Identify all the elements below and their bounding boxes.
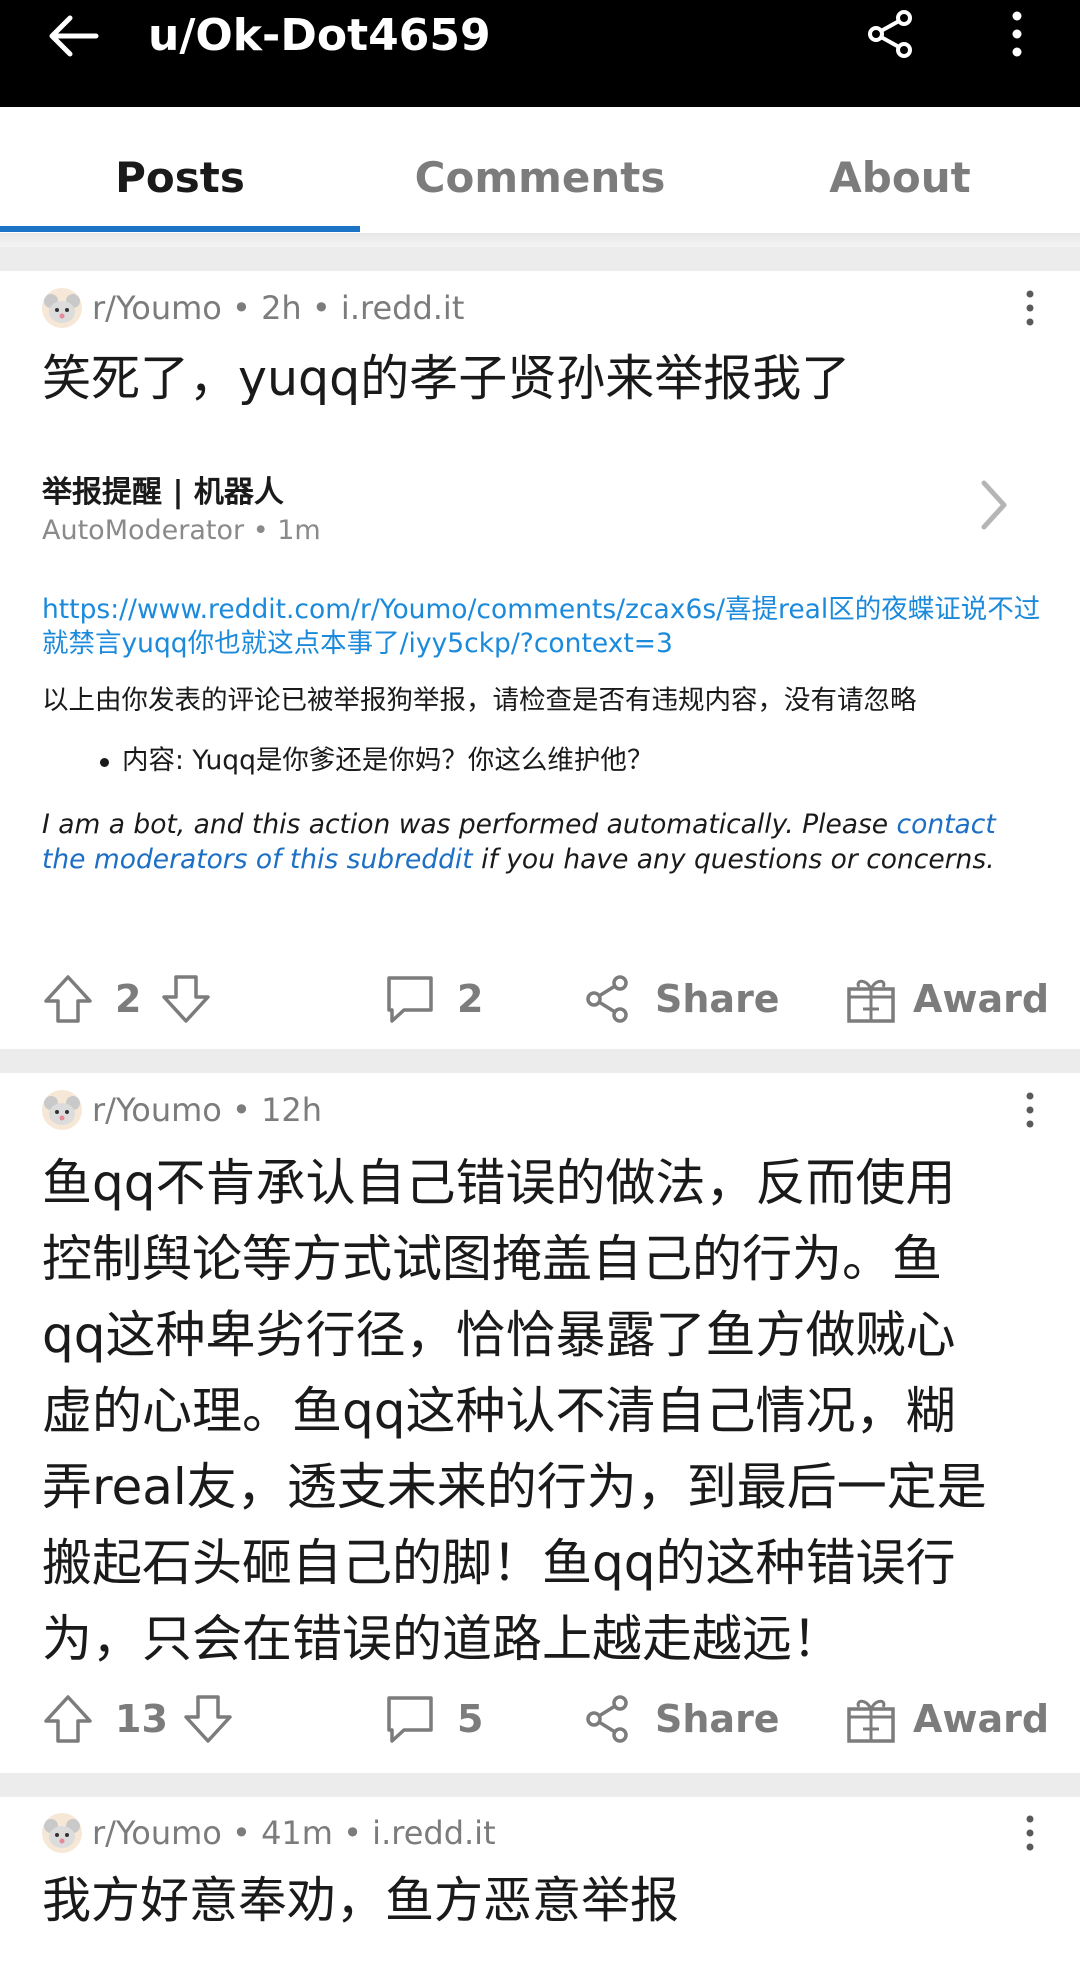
post-domain[interactable]: i.redd.it	[341, 289, 464, 327]
post-title[interactable]: 我方好意奉劝，鱼方恶意举报	[42, 1863, 1038, 1939]
subreddit-avatar[interactable]	[42, 1090, 82, 1130]
subreddit-avatar[interactable]	[42, 1813, 82, 1853]
post-card[interactable]: r/Youmo • 2h • i.redd.it 笑死了，yuqq的孝子贤孙来举…	[0, 271, 1080, 1049]
active-tab-indicator	[0, 226, 360, 232]
top-app-bar: u/Ok-Dot4659	[0, 0, 1080, 107]
subreddit-name[interactable]: r/Youmo	[92, 1814, 222, 1852]
post-title[interactable]: 笑死了，yuqq的孝子贤孙来举报我了	[42, 341, 1038, 417]
vote-count: 2	[115, 977, 142, 1021]
post-meta: r/Youmo • 2h • i.redd.it	[42, 286, 464, 330]
embed-bullet-item: 内容: Yuqq是你爹还是你妈？你这么维护他？	[99, 743, 653, 779]
post-card[interactable]: r/Youmo • 12h 鱼qq不肯承认自己错误的做法，反而使用 控制舆论等方…	[0, 1073, 1080, 1773]
post-card[interactable]: r/Youmo • 41m • i.redd.it 我方好意奉劝，鱼方恶意举报	[0, 1797, 1080, 1981]
back-arrow-icon[interactable]	[44, 8, 104, 64]
award-gift-icon[interactable]	[845, 1693, 897, 1745]
tab-about[interactable]: About	[720, 107, 1080, 235]
tab-comments[interactable]: Comments	[360, 107, 720, 235]
share-button[interactable]: Share	[655, 1689, 780, 1749]
more-options-icon[interactable]	[1000, 6, 1034, 62]
share-icon[interactable]	[862, 6, 918, 62]
post-meta: r/Youmo • 12h	[42, 1088, 322, 1132]
award-gift-icon[interactable]	[845, 973, 897, 1025]
share-icon[interactable]	[582, 973, 632, 1025]
vote-count: 13	[115, 1697, 168, 1741]
mouse-avatar-icon	[44, 1819, 80, 1848]
embed-link[interactable]: https://www.reddit.com/r/Youmo/comments/…	[42, 593, 1042, 661]
upvote-icon[interactable]	[42, 1693, 94, 1745]
comment-count: 2	[457, 977, 484, 1021]
post-domain[interactable]: i.redd.it	[372, 1814, 495, 1852]
post-time: 41m	[261, 1814, 333, 1852]
downvote-icon[interactable]	[160, 973, 212, 1025]
subreddit-avatar[interactable]	[42, 288, 82, 328]
post-options-icon[interactable]	[1016, 1088, 1044, 1132]
subreddit-name[interactable]: r/Youmo	[92, 289, 222, 327]
feed-separator	[0, 247, 1080, 271]
post-options-icon[interactable]	[1016, 1811, 1044, 1855]
mouse-avatar-icon	[44, 1096, 80, 1125]
award-button[interactable]: Award	[913, 1689, 1049, 1749]
post-title[interactable]: 鱼qq不肯承认自己错误的做法，反而使用 控制舆论等方式试图掩盖自己的行为。鱼 q…	[42, 1145, 1038, 1677]
page-title: u/Ok-Dot4659	[148, 10, 491, 61]
post-options-icon[interactable]	[1016, 286, 1044, 330]
embed-title: 举报提醒 | 机器人	[42, 475, 284, 510]
bot-disclaimer: I am a bot, and this action was performe…	[42, 809, 996, 875]
embed-notice: 以上由你发表的评论已被举报狗举报，请检查是否有违规内容，没有请忽略	[42, 685, 917, 716]
tab-posts[interactable]: Posts	[0, 107, 360, 235]
post-time: 12h	[261, 1091, 323, 1129]
feed-separator	[0, 1773, 1080, 1797]
comment-icon[interactable]	[384, 1693, 436, 1745]
downvote-icon[interactable]	[182, 1693, 234, 1745]
subreddit-name[interactable]: r/Youmo	[92, 1091, 222, 1129]
profile-tabs: Posts Comments About	[0, 107, 1080, 235]
chevron-right-icon[interactable]	[974, 475, 1014, 535]
mouse-avatar-icon	[44, 294, 80, 323]
share-button[interactable]: Share	[655, 969, 780, 1029]
embed-author: AutoModerator • 1m	[42, 515, 321, 546]
comment-icon[interactable]	[384, 973, 436, 1025]
tabs-divider	[0, 233, 1080, 247]
post-actions: 13 5 Share Award	[0, 1689, 1080, 1749]
comment-count: 5	[457, 1697, 484, 1741]
upvote-icon[interactable]	[42, 973, 94, 1025]
award-button[interactable]: Award	[913, 969, 1049, 1029]
post-time: 2h	[261, 289, 302, 327]
post-meta: r/Youmo • 41m • i.redd.it	[42, 1811, 496, 1855]
share-icon[interactable]	[582, 1693, 632, 1745]
feed-separator	[0, 1049, 1080, 1073]
post-actions: 2 2 Share Award	[0, 969, 1080, 1029]
